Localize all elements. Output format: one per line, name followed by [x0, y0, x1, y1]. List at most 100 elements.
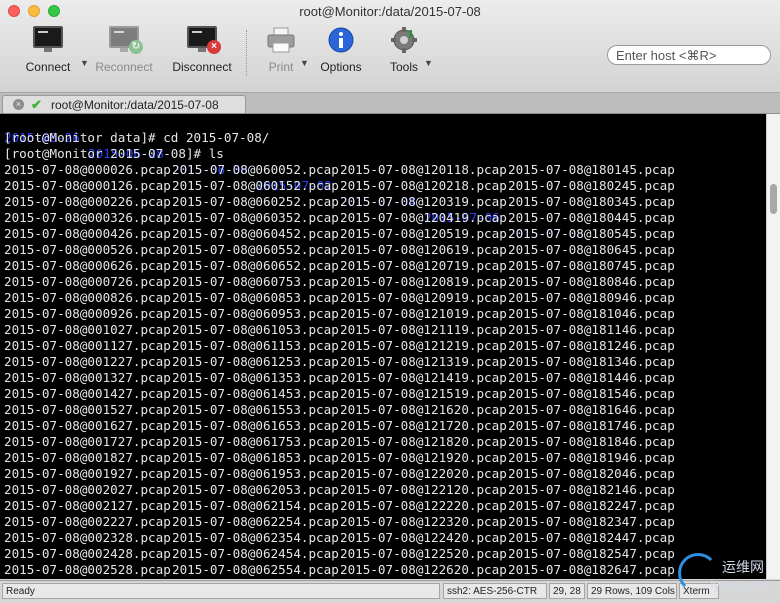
file-entry: 2015-07-08@121519.pcap — [340, 386, 507, 401]
chevron-down-icon[interactable]: ▼ — [80, 58, 89, 68]
file-entry: 2015-07-08@002127.pcap — [4, 498, 171, 513]
file-entry: 2015-07-08@061953.pcap — [172, 466, 339, 481]
file-entry: 2015-07-08@181146.pcap — [508, 322, 675, 337]
file-entry: 2015-07-08@122220.pcap — [340, 498, 507, 513]
file-entry: 2015-07-08@120519.pcap — [340, 226, 507, 241]
file-entry: 2015-07-08@181846.pcap — [508, 434, 675, 449]
status-cursor-position: 29, 28 — [549, 583, 585, 599]
file-entry: 2015-07-08@062053.pcap — [172, 482, 339, 497]
reconnect-label: Reconnect — [95, 60, 153, 74]
print-button[interactable]: Print ▼ — [264, 26, 309, 74]
file-entry: 2015-07-08@000226.pcap — [4, 194, 171, 209]
command-line: [root@Monitor 2015-07-08]# ls — [4, 146, 224, 161]
file-entry: 2015-07-08@120619.pcap — [340, 242, 507, 257]
file-entry: 2015-07-08@121419.pcap — [340, 370, 507, 385]
file-entry: 2015-07-08@002528.pcap — [4, 562, 171, 577]
file-entry: 2015-07-08@061253.pcap — [172, 354, 339, 369]
file-entry: 2015-07-08@060052.pcap — [172, 162, 339, 177]
chevron-down-icon[interactable]: ▼ — [300, 58, 309, 68]
file-entry: 2015-07-08@180645.pcap — [508, 242, 675, 257]
terminal-output[interactable]: 2015-06-26 2015-06-28 2015-06-30 2015-07… — [0, 114, 780, 579]
file-entry: 2015-07-08@062154.pcap — [172, 498, 339, 513]
file-entry: 2015-07-08@061853.pcap — [172, 450, 339, 465]
file-entry: 2015-07-08@060953.pcap — [172, 306, 339, 321]
watermark-url: iyunv.com — [710, 577, 768, 592]
file-entry: 2015-07-08@060252.pcap — [172, 194, 339, 209]
session-tab[interactable]: × ✔ root@Monitor:/data/2015-07-08 — [2, 95, 246, 113]
file-entry: 2015-07-08@001927.pcap — [4, 466, 171, 481]
chevron-down-icon[interactable]: ▼ — [424, 58, 433, 68]
file-entry: 2015-07-08@062554.pcap — [172, 562, 339, 577]
file-entry: 2015-07-08@060352.pcap — [172, 210, 339, 225]
file-entry: 2015-07-08@121219.pcap — [340, 338, 507, 353]
file-entry: 2015-07-08@000326.pcap — [4, 210, 171, 225]
site-watermark: 运维网 iyunv.com — [674, 549, 774, 599]
file-entry: 2015-07-08@001827.pcap — [4, 450, 171, 465]
file-entry: 2015-07-08@060452.pcap — [172, 226, 339, 241]
file-entry: 2015-07-08@182647.pcap — [508, 562, 675, 577]
host-search-input[interactable] — [607, 45, 771, 65]
file-entry: 2015-07-08@060652.pcap — [172, 258, 339, 273]
file-entry: 2015-07-08@061453.pcap — [172, 386, 339, 401]
file-entry: 2015-07-08@121820.pcap — [340, 434, 507, 449]
file-entry: 2015-07-08@181246.pcap — [508, 338, 675, 353]
file-entry: 2015-07-08@000726.pcap — [4, 274, 171, 289]
disconnect-button[interactable]: × Disconnect — [170, 26, 234, 74]
status-cipher: ssh2: AES-256-CTR — [443, 583, 547, 599]
file-entry: 2015-07-08@120719.pcap — [340, 258, 507, 273]
terminal-scrollbar[interactable] — [766, 114, 780, 579]
file-entry: 2015-07-08@122520.pcap — [340, 546, 507, 561]
connect-label: Connect — [25, 60, 71, 74]
scrollbar-thumb[interactable] — [770, 184, 777, 214]
file-entry: 2015-07-08@060853.pcap — [172, 290, 339, 305]
print-label: Print — [268, 60, 294, 74]
tools-button[interactable]: Tools ▼ — [386, 26, 433, 74]
toolbar-separator — [246, 30, 247, 76]
file-entry: 2015-07-08@182547.pcap — [508, 546, 675, 561]
file-entry: 2015-07-08@000626.pcap — [4, 258, 171, 273]
file-entry: 2015-07-08@001227.pcap — [4, 354, 171, 369]
file-entry: 2015-07-08@001727.pcap — [4, 434, 171, 449]
file-entry: 2015-07-08@001127.pcap — [4, 338, 171, 353]
printer-icon — [264, 26, 298, 54]
file-entry: 2015-07-08@182447.pcap — [508, 530, 675, 545]
file-entry: 2015-07-08@060152.pcap — [172, 178, 339, 193]
file-entry: 2015-07-08@122020.pcap — [340, 466, 507, 481]
disconnect-label: Disconnect — [172, 60, 232, 74]
command-line: [root@Monitor data]# cd 2015-07-08/ — [4, 130, 270, 145]
file-entry: 2015-07-08@181446.pcap — [508, 370, 675, 385]
file-entry: 2015-07-08@061653.pcap — [172, 418, 339, 433]
reconnect-button[interactable]: ↻ Reconnect — [93, 26, 155, 74]
file-entry: 2015-07-08@181746.pcap — [508, 418, 675, 433]
file-entry: 2015-07-08@180745.pcap — [508, 258, 675, 273]
file-entry: 2015-07-08@002227.pcap — [4, 514, 171, 529]
info-icon — [324, 26, 358, 54]
file-entry: 2015-07-08@121620.pcap — [340, 402, 507, 417]
connect-button[interactable]: Connect ▼ — [22, 26, 89, 74]
file-entry: 2015-07-08@002328.pcap — [4, 530, 171, 545]
file-entry: 2015-07-08@180145.pcap — [508, 162, 675, 177]
file-entry: 2015-07-08@002428.pcap — [4, 546, 171, 561]
file-entry: 2015-07-08@180946.pcap — [508, 290, 675, 305]
options-button[interactable]: Options — [318, 26, 364, 74]
window-chrome: root@Monitor:/data/2015-07-08 Connect ▼ … — [0, 0, 780, 93]
file-entry: 2015-07-08@181046.pcap — [508, 306, 675, 321]
monitor-reconnect-icon: ↻ — [107, 26, 143, 54]
file-entry: 2015-07-08@122420.pcap — [340, 530, 507, 545]
status-bar: Ready ssh2: AES-256-CTR 29, 28 29 Rows, … — [0, 580, 780, 603]
monitor-disconnect-icon: × — [185, 26, 221, 54]
file-entry: 2015-07-08@001427.pcap — [4, 386, 171, 401]
file-entry: 2015-07-08@180545.pcap — [508, 226, 675, 241]
file-entry: 2015-07-08@120118.pcap — [340, 162, 507, 177]
file-entry: 2015-07-08@062254.pcap — [172, 514, 339, 529]
file-entry: 2015-07-08@182046.pcap — [508, 466, 675, 481]
session-tab-bar: × ✔ root@Monitor:/data/2015-07-08 — [0, 93, 780, 114]
close-tab-icon[interactable]: × — [13, 99, 24, 110]
file-entry: 2015-07-08@180245.pcap — [508, 178, 675, 193]
file-entry: 2015-07-08@120319.pcap — [340, 194, 507, 209]
refresh-icon: ↻ — [129, 40, 143, 54]
file-entry: 2015-07-08@000826.pcap — [4, 290, 171, 305]
file-entry: 2015-07-08@001327.pcap — [4, 370, 171, 385]
file-entry: 2015-07-08@061053.pcap — [172, 322, 339, 337]
close-icon: × — [207, 40, 221, 54]
